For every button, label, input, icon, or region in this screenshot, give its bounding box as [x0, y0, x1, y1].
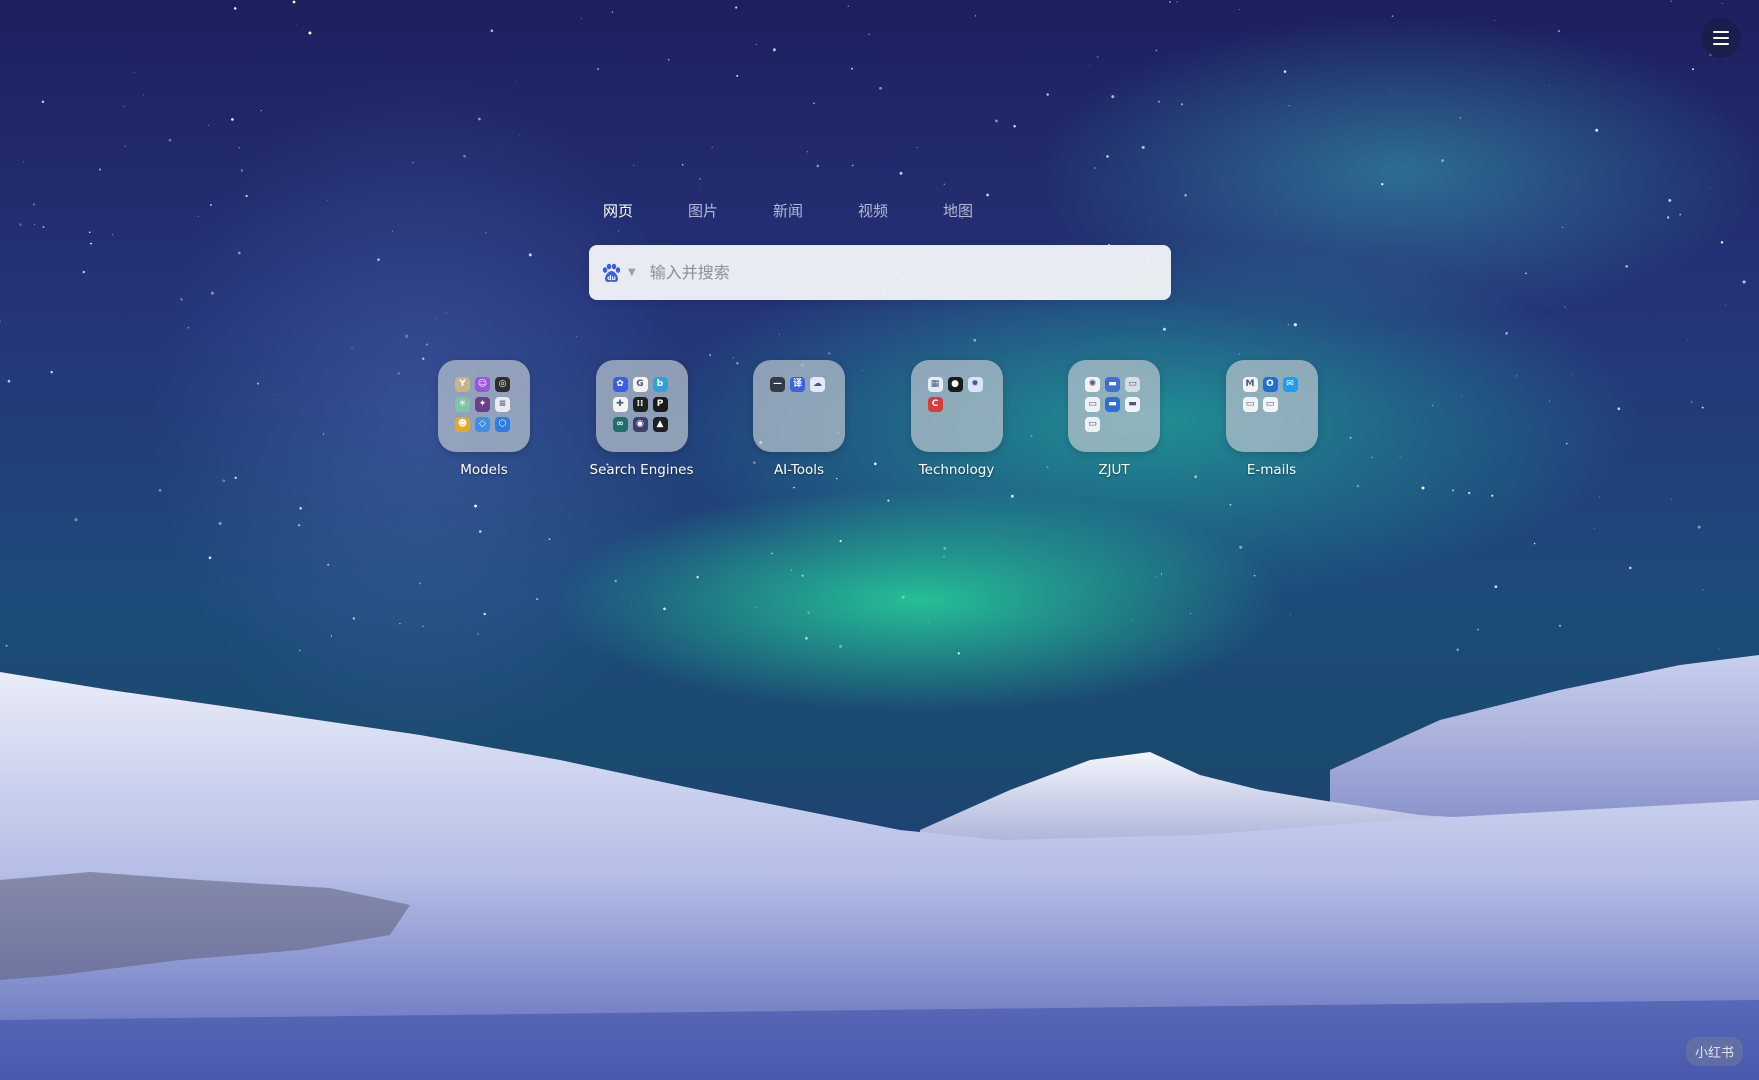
apps-grid-icon: ⁞⁞ — [632, 397, 648, 412]
menu-button[interactable] — [1701, 18, 1741, 58]
tab-videos[interactable]: 视频 — [855, 200, 940, 221]
bing-icon: b — [652, 377, 668, 392]
folder-icon-grid: Y ☺ ◎ ✳ ✦ ≡ ☻ ◇ ⬡ — [438, 360, 530, 452]
school-emblem-icon: ✺ — [1085, 377, 1100, 392]
gmail-icon: M — [1242, 377, 1258, 392]
compass-icon: ✹ — [967, 377, 983, 392]
grid-table-icon: ▦ — [927, 377, 943, 392]
folder-icon-grid: ✿ Gb ✚ ⁞⁞ P ∞ ◉ ▲ — [595, 360, 688, 452]
link-icon: — — [770, 377, 785, 392]
cloud-icon: ☁ — [810, 377, 825, 392]
watermark: 小红书 — [1685, 1037, 1743, 1066]
translate-icon: 译 — [790, 377, 805, 392]
folder-icon-grid: — 译 ☁ — [753, 360, 845, 452]
folder-technology[interactable]: ▦ ● ✹ C Technology — [910, 360, 1003, 478]
mail-163-icon: ✉ — [1282, 377, 1298, 392]
folder-label: Search Engines — [589, 462, 694, 478]
chevron-down-icon: ▼ — [628, 267, 636, 278]
folder-zjut[interactable]: ✺ ▬ ▭ ▭ ▬ ▬ ▭ ZJUT — [1068, 360, 1160, 478]
google-icon: G — [632, 377, 648, 392]
baidu-paw-icon: du — [602, 263, 621, 282]
page-icon: ▭ — [1085, 397, 1100, 412]
perplexity-spark-icon: ✚ — [612, 397, 628, 412]
portal-icon: ▬ — [1105, 377, 1120, 392]
snowy-landscape — [0, 655, 1759, 1080]
spark-icon: ☻ — [455, 417, 470, 432]
search-engine-selector[interactable]: du ▼ — [599, 261, 636, 285]
baidu-icon: ✿ — [612, 377, 628, 392]
folder-icon-grid: M O ✉ ▭ ▭ — [1225, 360, 1318, 452]
folder-label: ZJUT — [1098, 462, 1130, 478]
folder-label: E-mails — [1246, 462, 1297, 478]
bar-icon: ▬ — [1125, 397, 1140, 412]
qq-mail-icon: ▭ — [1262, 397, 1278, 412]
search-input[interactable] — [647, 251, 1171, 294]
folder-ai-tools[interactable]: — 译 ☁ AI-Tools — [753, 360, 845, 478]
hamburger-menu-icon — [1713, 29, 1729, 47]
arrow-icon: ▲ — [652, 417, 668, 432]
svg-text:du: du — [607, 275, 616, 282]
csdn-icon: C — [927, 397, 943, 412]
folder-label: Models — [460, 462, 508, 478]
doc-icon: ≡ — [495, 397, 510, 412]
gemini-icon: ✦ — [475, 397, 490, 412]
github-icon: ● — [947, 377, 963, 392]
tab-news[interactable]: 新闻 — [770, 200, 855, 221]
page-icon: ▭ — [1242, 397, 1258, 412]
page-icon: ▭ — [1125, 377, 1140, 392]
page-icon: ▭ — [1085, 417, 1100, 432]
globe-icon: ◉ — [632, 417, 648, 432]
cube-icon: ⬡ — [495, 417, 510, 432]
kimi-chat-icon: ☺ — [475, 377, 490, 392]
folder-e-mails[interactable]: M O ✉ ▭ ▭ E-mails — [1225, 360, 1318, 478]
folder-label: AI-Tools — [773, 462, 825, 478]
tab-images[interactable]: 图片 — [685, 200, 770, 221]
folder-icon-grid: ▦ ● ✹ C — [910, 360, 1003, 452]
metaso-icon: ∞ — [612, 417, 628, 432]
outlook-icon: O — [1262, 377, 1278, 392]
shortcut-folders: Y ☺ ◎ ✳ ✦ ≡ ☻ ◇ ⬡ Models ✿ Gb ✚ ⁞⁞ P ∞ ◉ ▲ Search Engines —… — [438, 360, 1383, 478]
tab-web[interactable]: 网页 — [600, 200, 685, 221]
search-category-tabs: 网页 图片 新闻 视频 地图 — [600, 200, 1025, 221]
portal-icon: ▬ — [1105, 397, 1120, 412]
folder-icon-grid: ✺ ▬ ▭ ▭ ▬ ▬ ▭ — [1068, 360, 1160, 452]
drop-icon: ◇ — [475, 417, 490, 432]
yuanbao-icon: Y — [455, 377, 470, 392]
qwen-icon: ✳ — [455, 397, 470, 412]
folder-search-engines[interactable]: ✿ Gb ✚ ⁞⁞ P ∞ ◉ ▲ Search Engines — [590, 360, 694, 478]
folder-models[interactable]: Y ☺ ◎ ✳ ✦ ≡ ☻ ◇ ⬡ Models — [438, 360, 530, 478]
folder-label: Technology — [918, 462, 995, 478]
p-icon: P — [652, 397, 668, 412]
chatgpt-icon: ◎ — [495, 377, 510, 392]
tab-maps[interactable]: 地图 — [940, 200, 1025, 221]
search-bar: du ▼ — [589, 245, 1171, 300]
